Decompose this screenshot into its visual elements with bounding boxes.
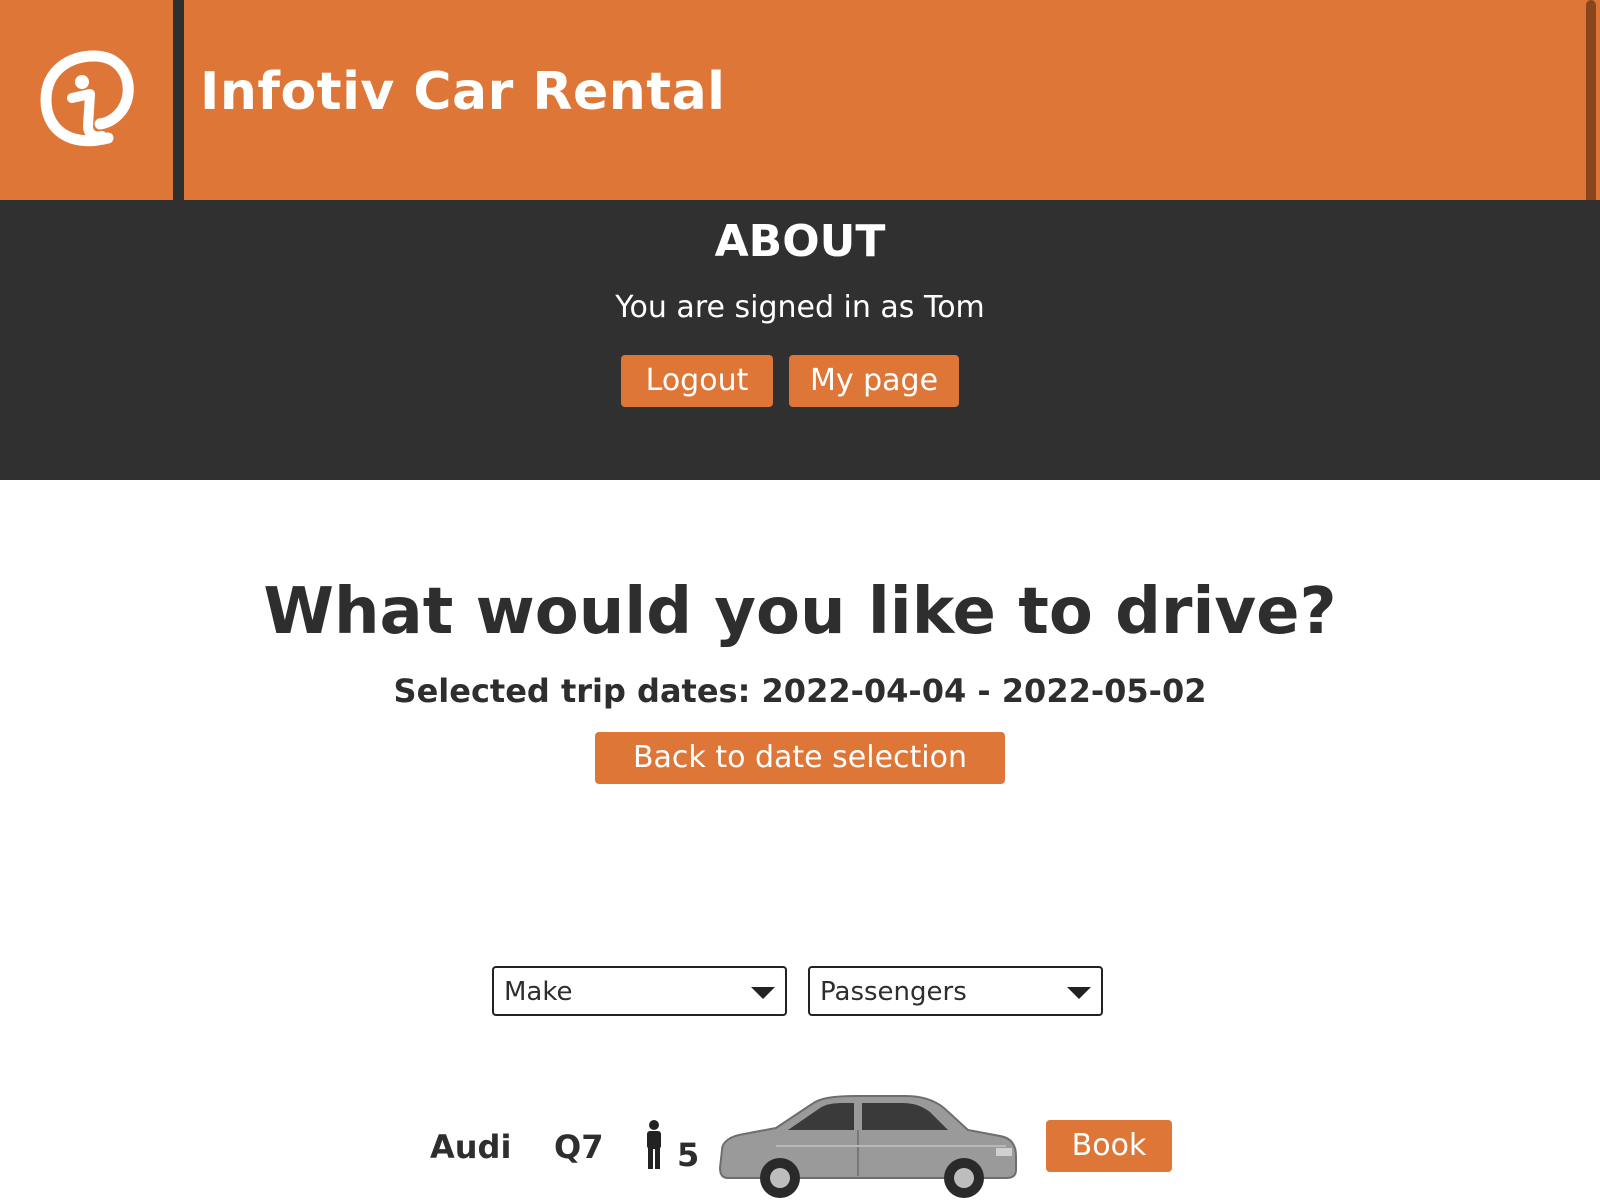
passengers-select-label: Passengers xyxy=(820,977,967,1007)
site-header: Infotiv Car Rental xyxy=(0,0,1600,235)
infotiv-logo-icon xyxy=(40,50,134,147)
person-icon xyxy=(647,1120,661,1169)
header-divider xyxy=(173,0,184,200)
passengers-select[interactable]: Passengers xyxy=(808,966,1103,1016)
make-select[interactable]: Make xyxy=(492,966,787,1016)
page-title: What would you like to drive? xyxy=(263,575,1337,649)
signed-in-text: You are signed in as Tom xyxy=(615,290,985,325)
logo-box[interactable] xyxy=(0,0,173,200)
chevron-down-icon xyxy=(751,987,775,999)
about-heading: ABOUT xyxy=(714,216,886,267)
car-list-item: Audi Q7 5 Book xyxy=(0,1080,1600,1200)
book-button[interactable]: Book xyxy=(1046,1120,1172,1172)
car-make: Audi xyxy=(430,1128,512,1166)
car-model: Q7 xyxy=(554,1128,604,1166)
chevron-down-icon xyxy=(1067,987,1091,999)
about-section: ABOUT You are signed in as Tom Logout My… xyxy=(0,200,1600,480)
make-select-label: Make xyxy=(504,977,573,1007)
car-passengers: 5 xyxy=(677,1136,700,1174)
car-image xyxy=(718,1095,1017,1198)
logout-button[interactable]: Logout xyxy=(621,355,773,407)
my-page-button[interactable]: My page xyxy=(789,355,959,407)
back-to-date-selection-button[interactable]: Back to date selection xyxy=(595,732,1005,784)
app-title: Infotiv Car Rental xyxy=(200,62,726,122)
selected-trip-dates: Selected trip dates: 2022-04-04 - 2022-0… xyxy=(393,672,1207,710)
